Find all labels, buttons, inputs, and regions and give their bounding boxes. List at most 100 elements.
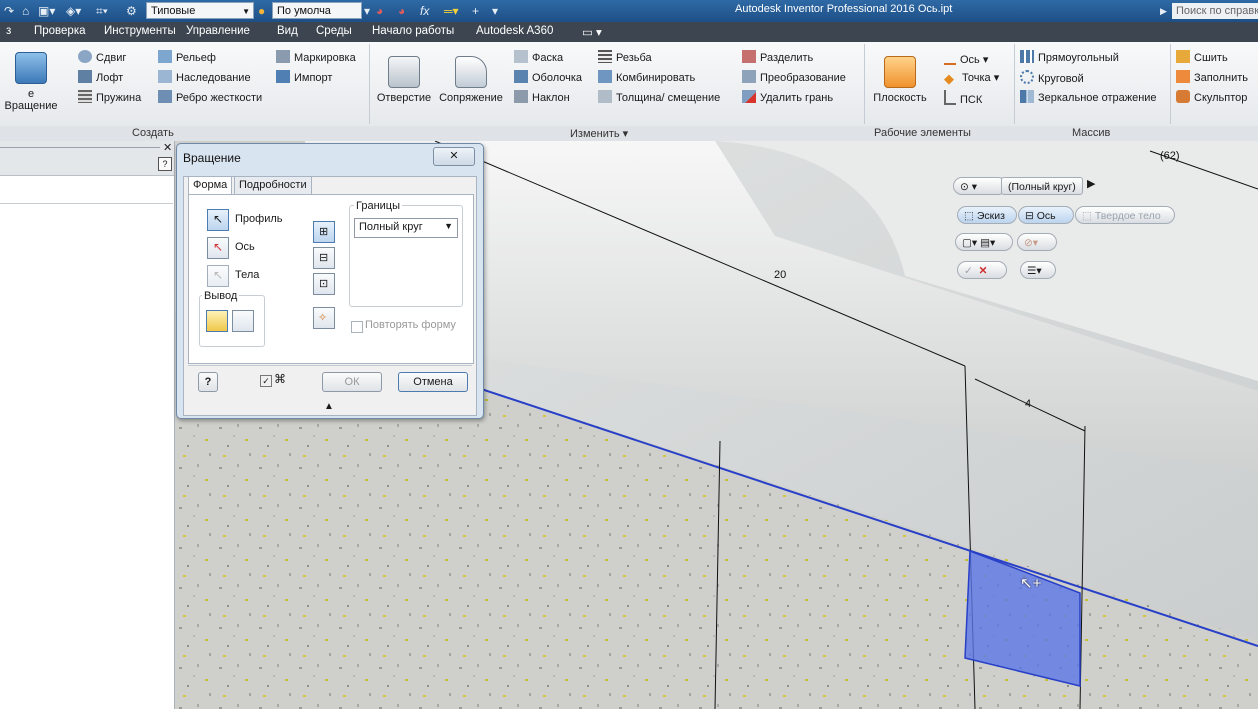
check-icon[interactable]: ✓ — [964, 265, 973, 277]
extents-select[interactable]: Полный круг ▼ — [354, 218, 458, 238]
delete-face-button[interactable]: Удалить грань — [742, 90, 833, 106]
open-icon[interactable]: ▣▾ — [38, 3, 55, 19]
panel-work-label[interactable]: Рабочие элементы — [874, 127, 971, 139]
loft-button[interactable]: Лофт — [78, 70, 123, 86]
chamfer-button[interactable]: Фаска — [514, 50, 563, 66]
line-icon[interactable]: ═▾ — [444, 3, 459, 19]
plane-button[interactable]: Плоскость — [868, 56, 932, 104]
dimension-4[interactable]: 4 — [1025, 398, 1031, 410]
plus-icon[interactable]: + — [472, 3, 479, 19]
tab-environments[interactable]: Среды — [316, 25, 352, 37]
mini-toolbar-operation[interactable]: ⊘▾ — [1017, 233, 1057, 251]
cancel-button[interactable]: Отмена — [398, 372, 468, 392]
mirror-button[interactable]: Зеркальное отражение — [1020, 90, 1157, 106]
hole-button[interactable]: Отверстие — [374, 56, 434, 104]
stitch-button[interactable]: Сшить — [1176, 50, 1228, 66]
close-icon[interactable]: ✕ — [163, 141, 172, 154]
axis-select-button[interactable]: ↖ — [207, 237, 229, 259]
help-button[interactable]: ? — [198, 372, 218, 392]
revolve-button[interactable]: е Вращение — [2, 52, 60, 112]
appearance-dropdown[interactable]: По умолча — [272, 2, 362, 19]
fx-icon[interactable]: fx — [420, 3, 429, 19]
emboss-button[interactable]: Рельеф — [158, 50, 216, 66]
chevron-down-icon[interactable]: ▾ — [364, 3, 370, 19]
chevron-down-icon: ▾ — [990, 72, 1000, 84]
tab-overflow[interactable]: ▭ ▾ — [582, 25, 602, 39]
panel-create-label[interactable]: Создать — [132, 127, 174, 139]
output-label: Вывод — [202, 290, 240, 302]
rect-pattern-button[interactable]: Прямоугольный — [1020, 50, 1119, 66]
direct-edit-button[interactable]: Преобразование — [742, 70, 846, 86]
mini-toolbar-direction[interactable]: ⊙ ▾ — [953, 177, 1007, 195]
new-solid-button[interactable]: ✧ — [313, 307, 335, 329]
mini-toolbar-output[interactable]: ▢▾ ▤▾ — [955, 233, 1013, 251]
combine-icon — [598, 70, 612, 83]
shell-button[interactable]: Оболочка — [514, 70, 582, 86]
coil-button[interactable]: Пружина — [78, 90, 141, 106]
profile-select-button[interactable]: ↖ — [207, 209, 229, 231]
solids-select-button[interactable]: ↖ — [207, 265, 229, 287]
ucs-button[interactable]: ПСК — [944, 90, 982, 106]
operation-intersect-button[interactable]: ⊡ — [313, 273, 335, 295]
tab-a360[interactable]: Autodesk A360 — [476, 25, 553, 37]
dimension-62[interactable]: (62) — [1160, 150, 1180, 162]
measure-icon[interactable]: ⌗▾ — [96, 3, 108, 19]
mini-toolbar-sketch[interactable]: ⬚ Эскиз — [957, 206, 1017, 224]
mini-toolbar-extent[interactable]: (Полный круг) — [1001, 177, 1083, 195]
ok-button[interactable]: ОК — [322, 372, 382, 392]
play-icon[interactable]: ▶ — [1087, 177, 1095, 190]
dimension-20[interactable]: 20 — [774, 269, 786, 281]
thicken-label: Толщина/ смещение — [616, 92, 721, 104]
help-icon[interactable]: ? — [158, 157, 172, 171]
redo-icon[interactable]: ↷ — [4, 3, 14, 19]
panel-modify-label[interactable]: Изменить ▾ — [570, 127, 628, 140]
adjust-icon[interactable]: ◕ — [398, 3, 405, 19]
tab-more[interactable]: Подробности — [234, 176, 312, 195]
combine-button[interactable]: Комбинировать — [598, 70, 695, 86]
mini-toolbar-options[interactable]: ☰▾ — [1020, 261, 1056, 279]
rib-button[interactable]: Ребро жесткости — [158, 90, 262, 106]
fillet-button[interactable]: Сопряжение — [436, 56, 506, 104]
output-surface-button[interactable] — [232, 310, 254, 332]
cursor-icon: ↖ — [213, 240, 224, 254]
dialog-close-button[interactable]: ✕ — [433, 147, 475, 166]
sculpt-button[interactable]: Скульптор — [1176, 90, 1247, 106]
patch-button[interactable]: Заполнить — [1176, 70, 1248, 86]
derive-button[interactable]: Наследование — [158, 70, 251, 86]
tab-get-started[interactable]: Начало работы — [372, 25, 454, 37]
tab-tools[interactable]: Инструменты — [104, 25, 176, 37]
import-button[interactable]: Импорт — [276, 70, 332, 86]
output-solid-button[interactable] — [206, 310, 228, 332]
tab-shape[interactable]: Форма — [188, 176, 233, 195]
circ-pattern-button[interactable]: Круговой — [1020, 70, 1084, 86]
close-icon[interactable]: ✕ — [979, 265, 988, 277]
split-button[interactable]: Разделить — [742, 50, 813, 66]
thread-button[interactable]: Резьба — [598, 50, 652, 66]
settings-icon[interactable]: ⚙ — [126, 3, 137, 19]
draft-button[interactable]: Наклон — [514, 90, 570, 106]
point-button[interactable]: ◆ Точка ▾ — [944, 70, 999, 86]
mini-toolbar-ok-cancel[interactable]: ✓ ✕ — [957, 261, 1007, 279]
thicken-button[interactable]: Толщина/ смещение — [598, 90, 720, 106]
help-search-input[interactable]: Поиск по справке — [1172, 3, 1258, 19]
tab-manage[interactable]: Управление — [186, 25, 250, 37]
mini-toolbar-axis[interactable]: ⊟ Ось — [1018, 206, 1074, 224]
preview-checkbox[interactable]: ✓ — [260, 375, 272, 387]
tab-view[interactable]: Вид — [277, 25, 298, 37]
mini-toolbar-solid[interactable]: ⬚ Твердое тело — [1075, 206, 1175, 224]
operation-join-button[interactable]: ⊞ — [313, 221, 335, 243]
customize-icon[interactable]: ▾ — [492, 3, 498, 19]
match-shape-checkbox[interactable] — [351, 321, 363, 333]
material-dropdown[interactable]: Типовые ▼ — [146, 2, 254, 19]
tab-partial[interactable]: з — [6, 25, 11, 37]
home-icon[interactable]: ⌂ — [22, 3, 29, 19]
expand-icon[interactable]: ▲ — [324, 401, 334, 412]
update-icon[interactable]: ◈▾ — [66, 3, 81, 19]
operation-cut-button[interactable]: ⊟ — [313, 247, 335, 269]
sweep-button[interactable]: Сдвиг — [78, 50, 126, 66]
clear-appearance-icon[interactable]: ◕ — [376, 3, 383, 19]
tab-inspect[interactable]: Проверка — [34, 25, 86, 37]
axis-button[interactable]: Ось ▾ — [944, 50, 988, 66]
mark-button[interactable]: Маркировка — [276, 50, 356, 66]
panel-pattern-label[interactable]: Массив — [1072, 127, 1110, 139]
